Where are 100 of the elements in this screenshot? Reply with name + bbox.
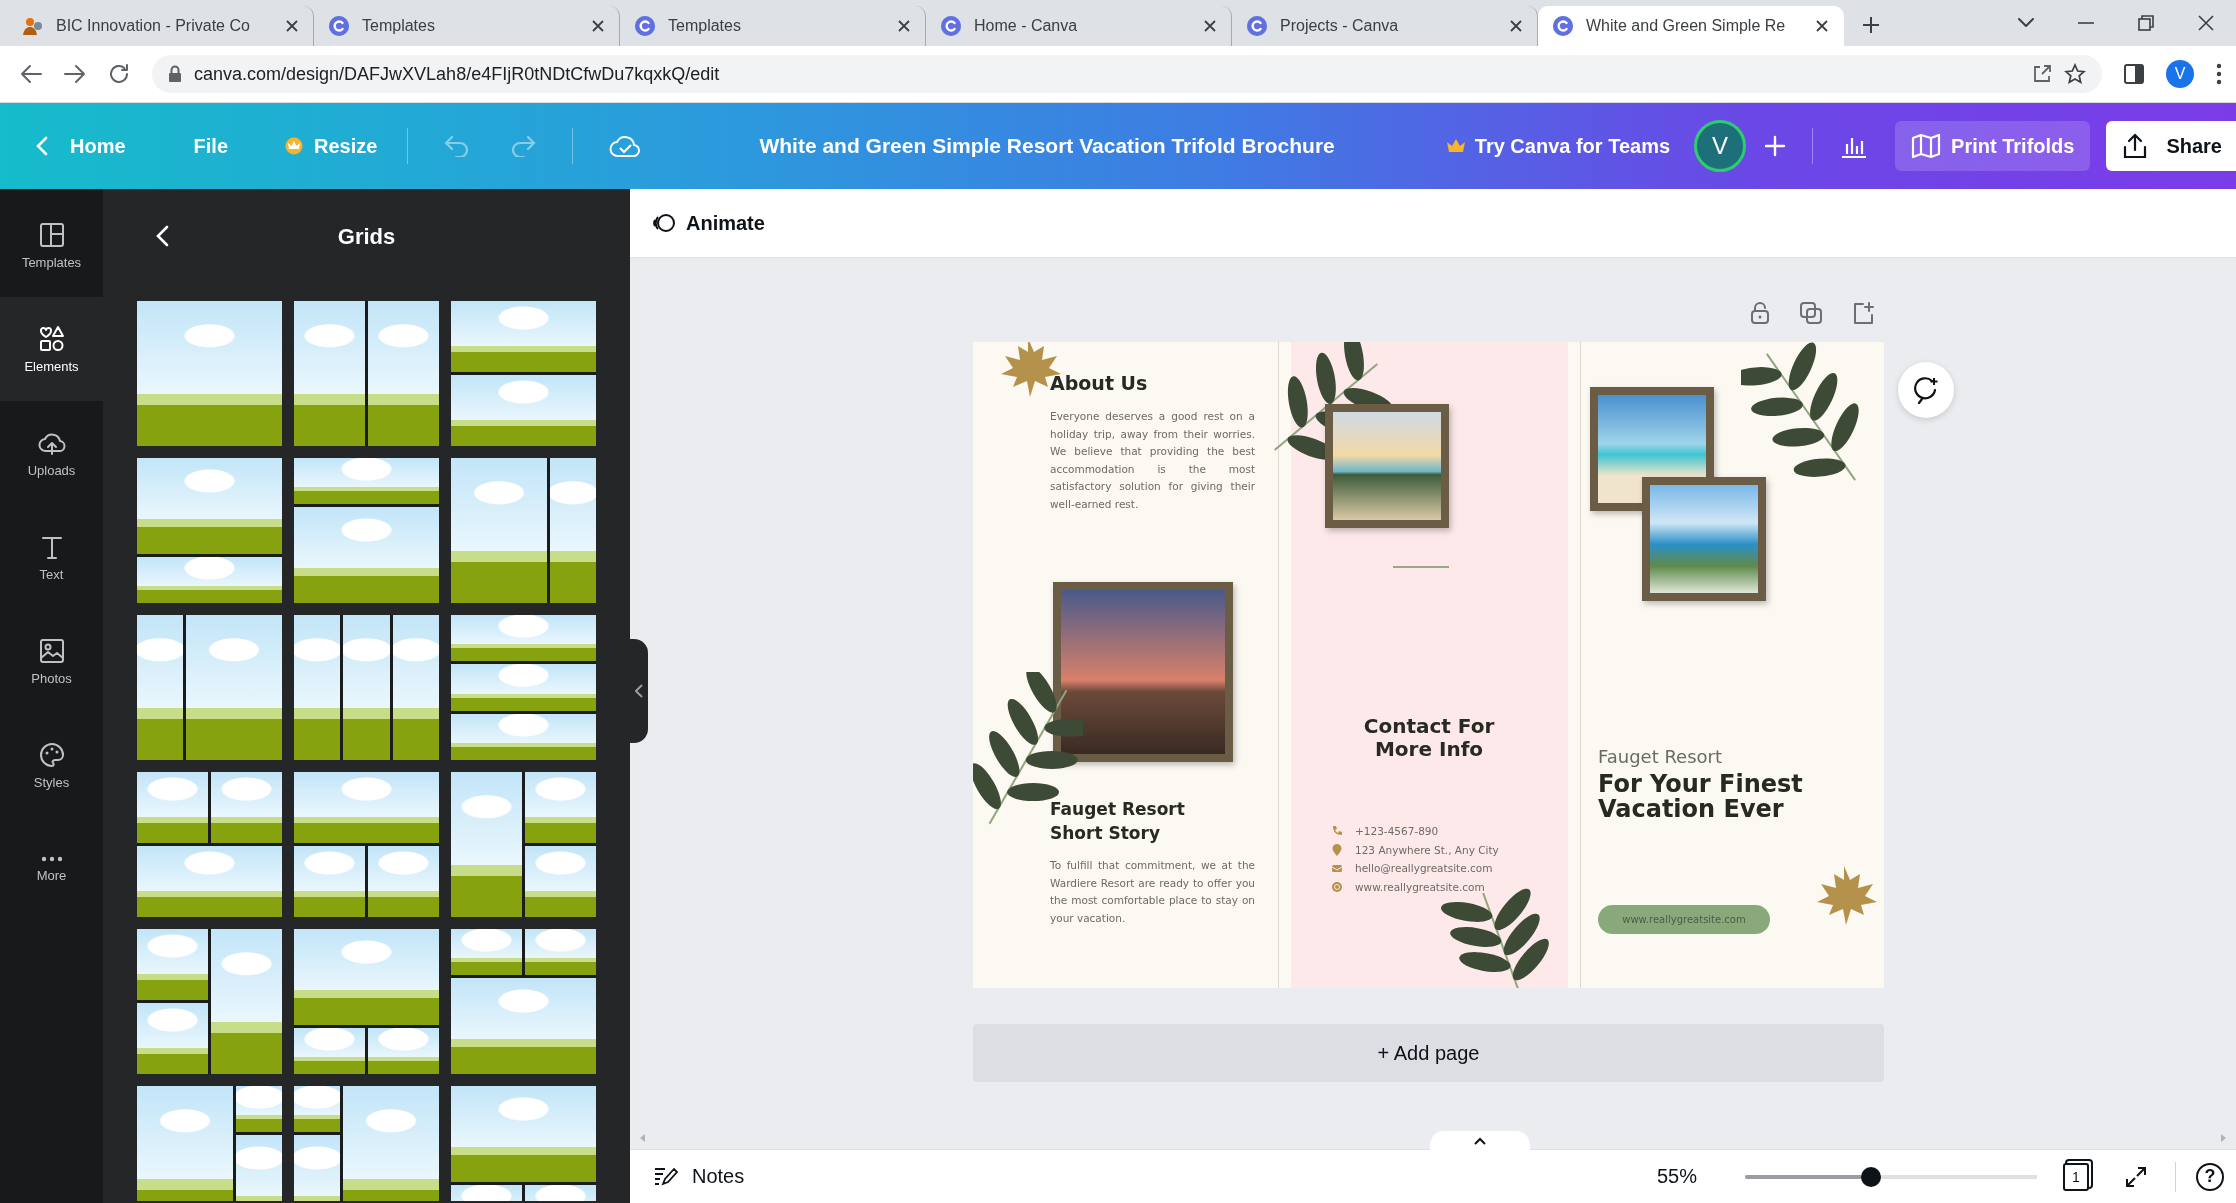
grid-layout-option[interactable] (451, 615, 596, 760)
heading: Fauget Resort Short Story (1050, 798, 1186, 845)
sidebar-item[interactable]: Templates (0, 193, 103, 297)
chevron-down-icon (2018, 18, 2034, 28)
kebab-menu-icon (2216, 63, 2222, 85)
grid-layout-option[interactable] (294, 458, 439, 603)
star-icon (2064, 63, 2086, 85)
contact-text: www.reallygreatsite.com (1355, 880, 1485, 893)
person-favicon-icon (22, 15, 44, 37)
sidebar-item[interactable]: Styles (0, 713, 103, 817)
contact-text: 123 Anywhere St., Any City (1355, 843, 1499, 856)
grid-layout-option[interactable] (451, 772, 596, 917)
teams-button[interactable]: Try Canva for Teams (1432, 124, 1685, 168)
location-pin-icon (1331, 843, 1343, 856)
grid-layout-option[interactable] (451, 301, 596, 446)
canva-logo-icon (1552, 15, 1574, 37)
grid-layout-option[interactable] (294, 301, 439, 446)
collapse-panel-handle[interactable] (630, 639, 648, 743)
forward-arrow-icon (64, 64, 86, 84)
close-icon (1509, 19, 1523, 33)
canva-logo-icon (328, 15, 350, 37)
back-arrow-icon (20, 64, 42, 84)
envelope-icon (1331, 862, 1343, 874)
add-page-button[interactable]: + Add page (973, 1024, 1884, 1082)
grid-layout-option[interactable] (137, 1086, 282, 1201)
share-button[interactable]: Share (2106, 121, 2236, 171)
slider-thumb[interactable] (1860, 1166, 1881, 1187)
globe-icon (1331, 880, 1343, 893)
fullscreen-button[interactable] (2125, 1165, 2147, 1188)
plus-icon (1764, 135, 1787, 157)
user-avatar[interactable]: V (1694, 120, 1747, 172)
grid-layout-option[interactable] (451, 1086, 596, 1201)
close-icon (1203, 19, 1217, 33)
sidebar-item[interactable]: Elements (0, 297, 103, 401)
duplicate-icon (1800, 302, 1822, 324)
address-bar[interactable]: canva.com/design/DAFJwXVLah8/e4FIjR0tNDtCfwDu7kqxkQ/edit (152, 55, 2102, 93)
image-icon (37, 636, 66, 665)
grid-layout-option[interactable] (451, 458, 596, 603)
restore-icon (2138, 15, 2154, 31)
layout-icon (37, 220, 66, 249)
notes-icon (654, 1165, 678, 1188)
grid-layout-option[interactable] (137, 615, 282, 760)
sidebar-item[interactable]: Text (0, 505, 103, 609)
grid-layout-option[interactable] (137, 929, 282, 1074)
grid-layout-option[interactable] (294, 772, 439, 917)
crown-icon (284, 137, 305, 155)
scroll-left-icon (640, 1134, 646, 1142)
zoom-percentage[interactable]: 55% (1656, 1165, 1697, 1188)
help-button[interactable]: ? (2196, 1162, 2224, 1191)
chevron-left-icon (36, 136, 48, 156)
chevron-left-icon (155, 225, 169, 247)
headline: For Your Finest Vacation Ever (1598, 772, 1804, 822)
grid-layout-option[interactable] (137, 772, 282, 917)
print-button[interactable]: Print Trifolds (1895, 121, 2091, 171)
minimize-icon (2078, 22, 2094, 24)
close-icon (285, 19, 299, 33)
grid-layout-option[interactable] (294, 615, 439, 760)
paragraph: To fulfill that commitment, we at the Wardiere Resort are ready to offer you the most comfortable place to stay on your vacation. (1050, 858, 1255, 926)
close-icon (591, 19, 605, 33)
contact-text: hello@reallygreatsite.com (1355, 862, 1493, 874)
padlock-icon (1750, 302, 1770, 324)
sidebar-item[interactable]: Uploads (0, 401, 103, 505)
canva-logo-icon (1246, 15, 1268, 37)
add-page-icon (1852, 302, 1874, 324)
share-icon (2032, 64, 2052, 84)
grid-layout-option[interactable] (137, 458, 282, 603)
heading: Contact For More Info (1362, 715, 1496, 761)
chevron-up-icon (1474, 1137, 1486, 1145)
resort-name: Fauget Resort (1598, 746, 1723, 767)
url-text: canva.com/design/DAFJwXVLah8/e4FIjR0tNDtCfwDu7kqxkQ/edit (194, 63, 721, 85)
crown-icon (1446, 139, 1465, 153)
expand-icon (2125, 1165, 2147, 1188)
map-icon (1911, 133, 1942, 159)
panel-title: Grids (337, 223, 396, 250)
heading: About Us (1050, 372, 1148, 394)
document-title[interactable]: White and Green Simple Resort Vacation Trifold Brochure (661, 134, 1433, 158)
expand-pages-handle[interactable] (1430, 1131, 1530, 1151)
profile-avatar[interactable]: V (2166, 60, 2194, 88)
animate-button[interactable]: Animate (652, 211, 765, 235)
close-icon (2198, 15, 2214, 31)
upload-icon (2122, 133, 2149, 159)
lock-icon (168, 65, 182, 83)
canva-logo-icon (940, 15, 962, 37)
back-button[interactable] (155, 225, 169, 247)
redo-icon (510, 135, 537, 157)
sidebar-item[interactable]: More (0, 817, 103, 921)
speech-bubble-plus-icon (1912, 376, 1940, 404)
grid-layout-option[interactable] (451, 929, 596, 1074)
comment-button[interactable] (1898, 362, 1954, 418)
grid-layout-option[interactable] (294, 929, 439, 1074)
paragraph: Everyone deserves a good rest on a holiday trip, away from their worries. We believe that providing the best accommodation is the most satisfactory solution for giving their well-earned rest. (1050, 409, 1255, 512)
notes-button[interactable]: Notes (654, 1165, 745, 1188)
reload-icon (108, 63, 130, 85)
canva-logo-icon (634, 15, 656, 37)
grid-layout-option[interactable] (294, 1086, 439, 1201)
undo-icon (444, 135, 471, 157)
sidebar-item[interactable]: Photos (0, 609, 103, 713)
shapes-icon (37, 324, 66, 353)
cloud-check-icon (609, 134, 642, 158)
browser-tab[interactable]: White and Green Simple Re (1538, 6, 1844, 46)
